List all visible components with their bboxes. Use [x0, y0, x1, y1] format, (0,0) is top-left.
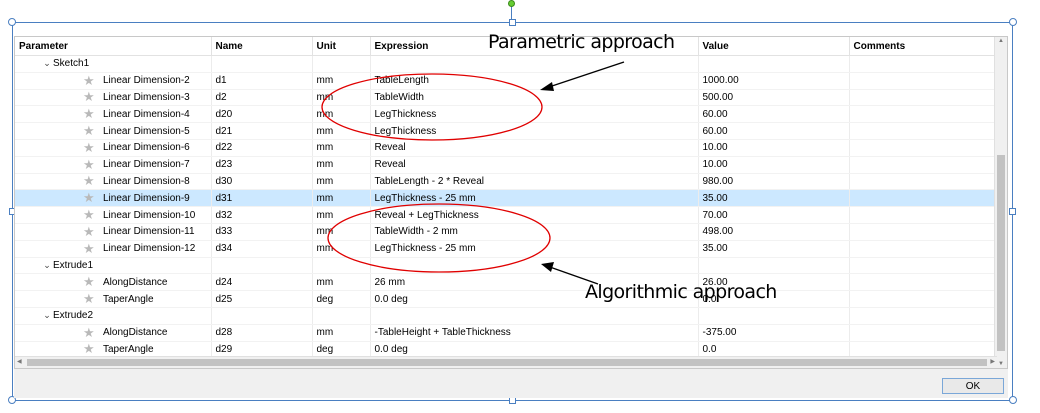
annotation-overlay — [321, 61, 625, 285]
parametric-arrow — [545, 61, 625, 89]
algorithmic-arrowhead — [541, 262, 554, 272]
algorithmic-approach-label: Algorithmic approach — [585, 281, 777, 303]
algorithmic-ellipse — [327, 203, 551, 273]
parametric-ellipse — [321, 73, 543, 141]
parametric-arrowhead — [540, 82, 554, 91]
parametric-approach-label: Parametric approach — [488, 31, 675, 53]
